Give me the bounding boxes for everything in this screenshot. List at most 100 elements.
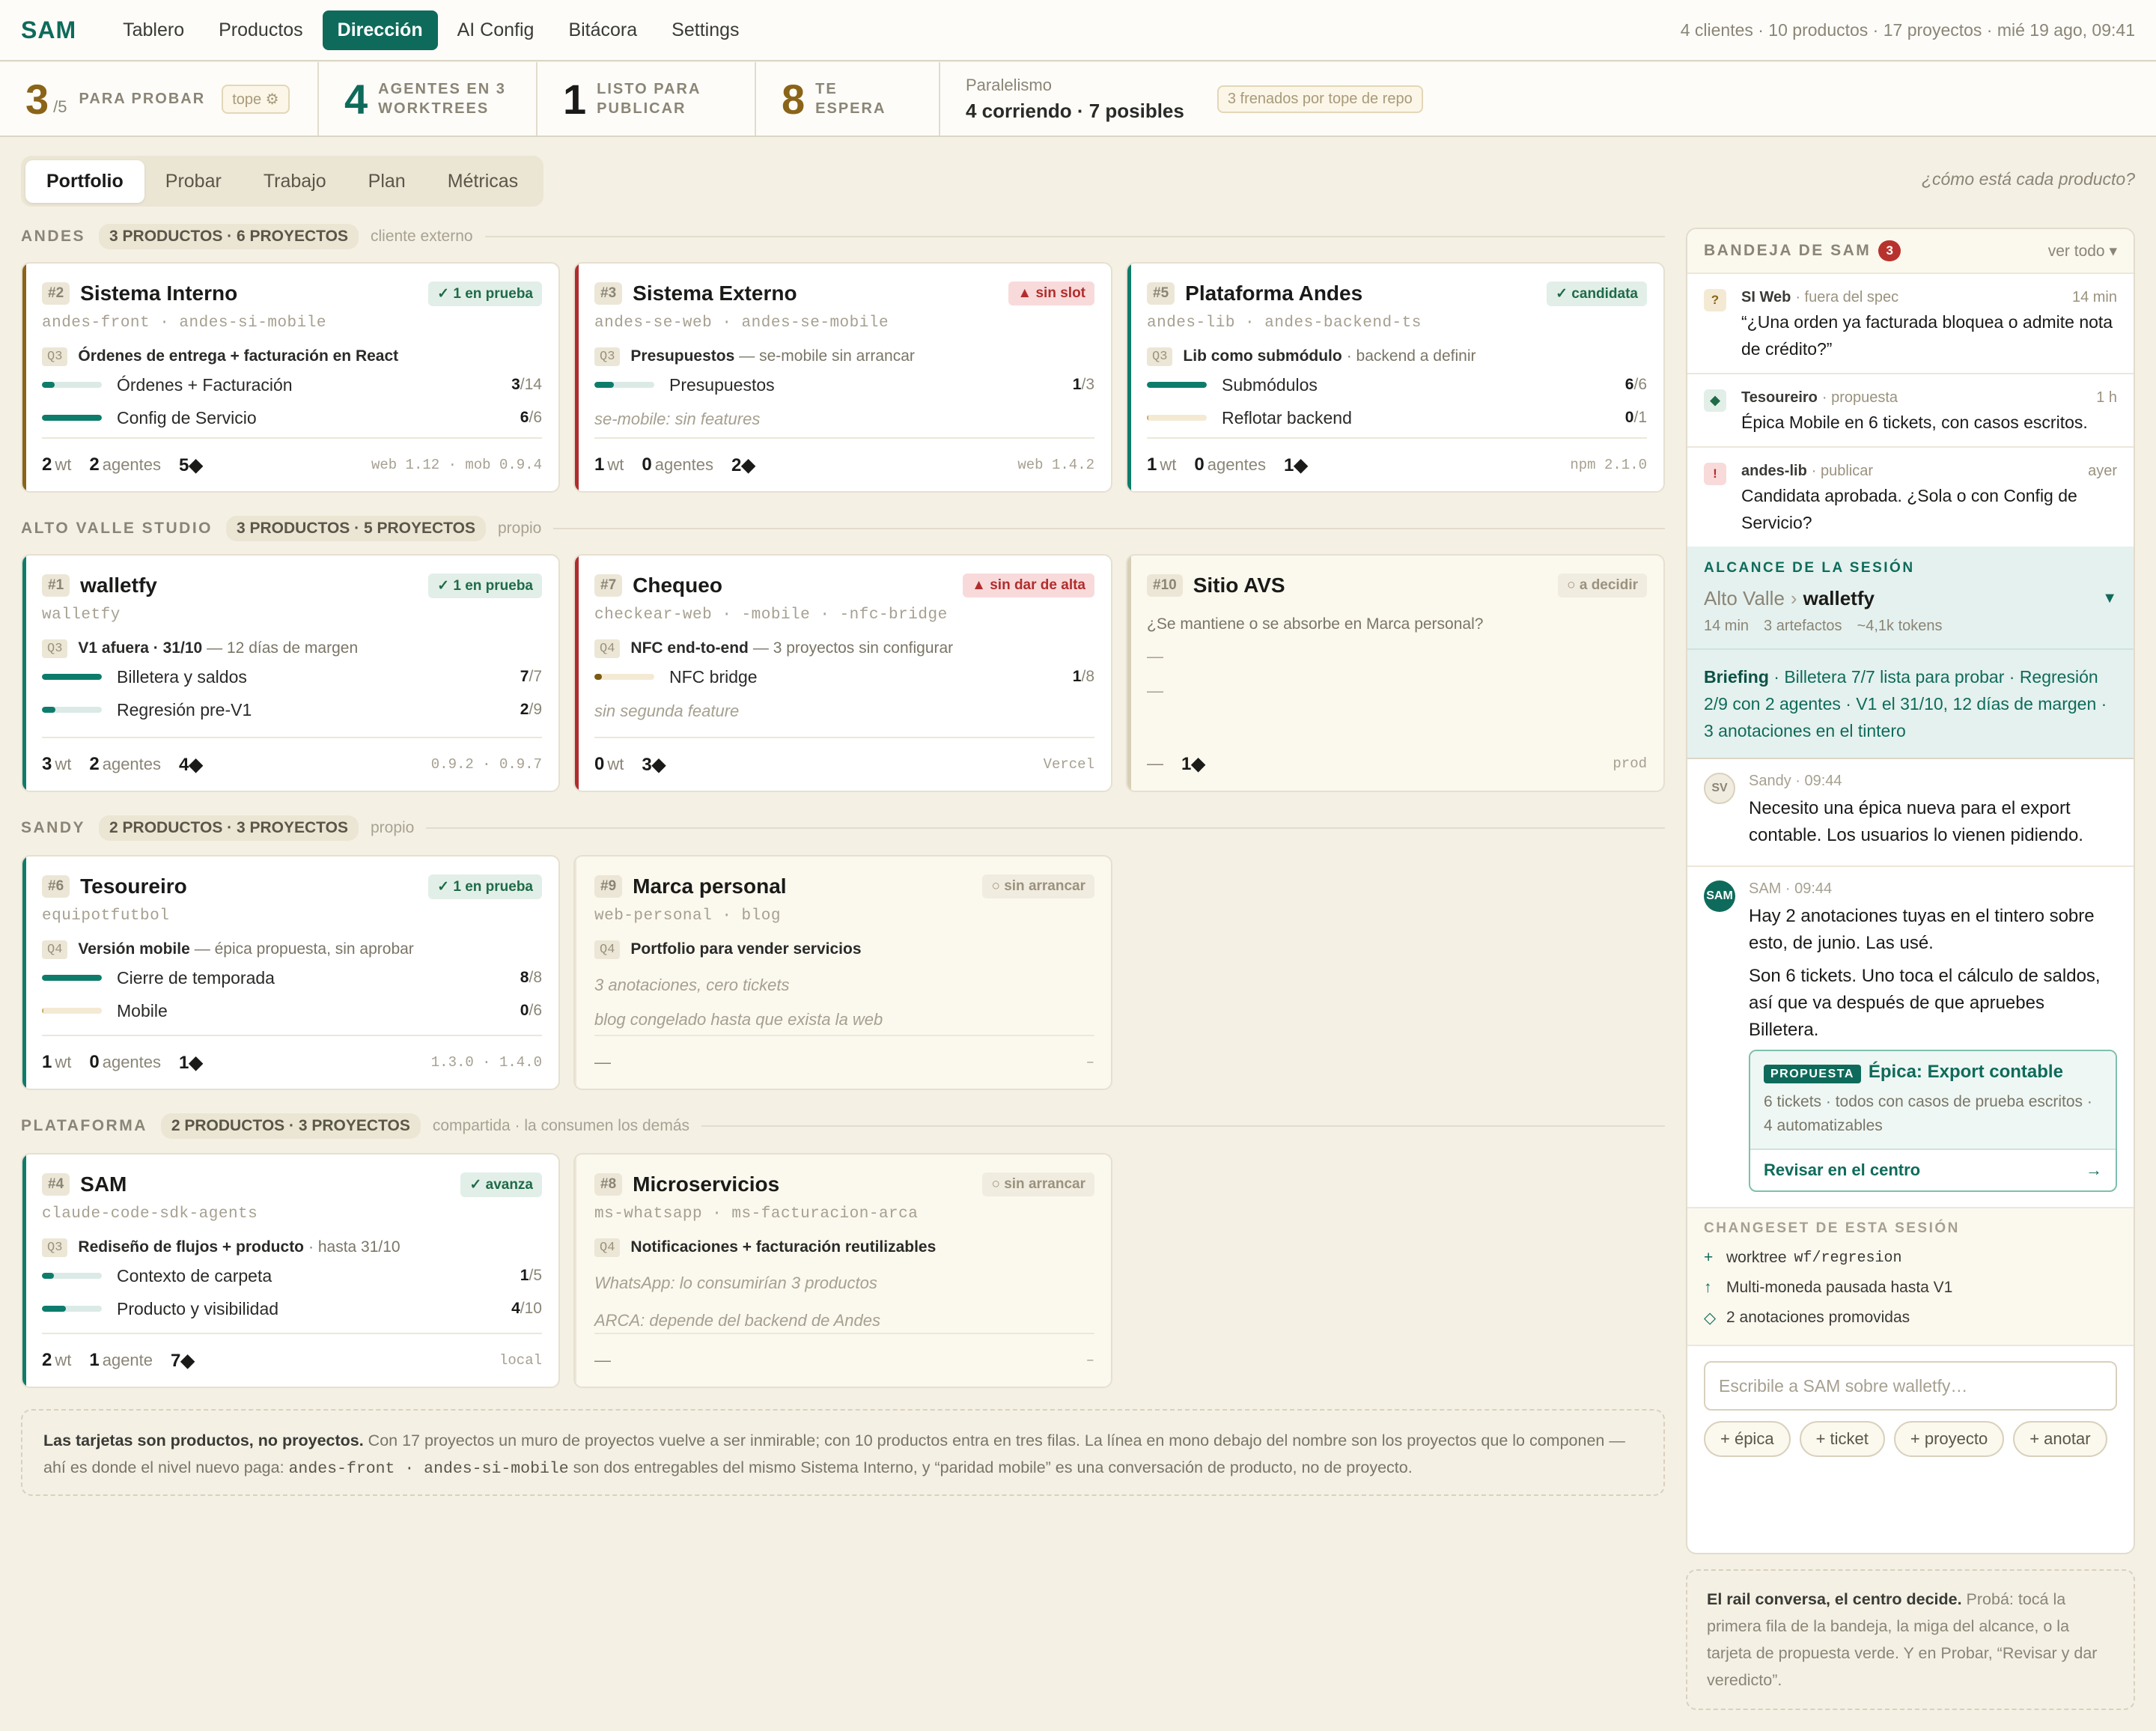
- product-card-plataforma-andes[interactable]: #5 Plataforma Andes ✓ candidata andes-lib …: [1126, 262, 1665, 493]
- session-changeset: CHANGESET DE ESTA SESIÓN + worktree wf/reg…: [1687, 1207, 2134, 1345]
- worktree-count: 3: [42, 754, 52, 774]
- view-all-link[interactable]: ver todo ▾: [2048, 242, 2117, 261]
- nav-direccion[interactable]: Dirección: [322, 10, 438, 50]
- changeset-item[interactable]: ↑ Multi-moneda pausada hasta V1: [1704, 1273, 2117, 1303]
- chevron-down-icon[interactable]: ▼: [2102, 590, 2117, 607]
- tab-portfolio[interactable]: Portfolio: [25, 159, 144, 203]
- progress-row[interactable]: Producto y visibilidad 4/10: [42, 1294, 542, 1324]
- add-proyecto-chip[interactable]: + proyecto: [1893, 1421, 2005, 1457]
- progress-row[interactable]: Reflotar backend 0/1: [1147, 403, 1647, 433]
- stat-te-espera[interactable]: 8 TE ESPERA: [756, 62, 940, 136]
- project-repos: claude-code-sdk-agents: [42, 1205, 258, 1223]
- stat-listo[interactable]: 1 LISTO PARA PUBLICAR: [538, 62, 756, 136]
- inbox-item[interactable]: ◆ Tesoureiro · propuesta 1 h Épica Mobile …: [1687, 374, 2134, 448]
- product-card-chequeo[interactable]: #7 Chequeo ▲ sin dar de alta checkear-web …: [573, 554, 1112, 792]
- project-repos: ms-whatsapp · ms-facturacion-arca: [594, 1205, 919, 1223]
- agent-unit: agentes: [1207, 455, 1267, 474]
- proposal-tag: PROPUESTA: [1764, 1065, 1861, 1083]
- message-text: Son 6 tickets. Uno toca el cálculo de sa…: [1749, 966, 2101, 1040]
- section-note: compartida · la consumen los demás: [432, 1117, 690, 1134]
- product-card-walletfy[interactable]: #1 walletfy ✓ 1 en prueba walletfy Q3 V1 af…: [21, 554, 560, 792]
- changeset-item[interactable]: + worktree wf/regresion: [1704, 1243, 2117, 1273]
- product-title: Microservicios: [633, 1172, 780, 1196]
- worktree-count: 1: [42, 1052, 52, 1072]
- product-card-sistema-externo[interactable]: #3 Sistema Externo ▲ sin slot andes-se-web…: [573, 262, 1112, 493]
- product-number: #4: [42, 1173, 70, 1196]
- changeset-item[interactable]: ◇ 2 anotaciones promovidas: [1704, 1303, 2117, 1333]
- goal-title: Órdenes de entrega + facturación en Reac…: [78, 347, 399, 365]
- progress-count: 0/1: [1624, 409, 1647, 426]
- stat-para-probar[interactable]: 3 /5 PARA PROBAR tope ⚙: [0, 62, 319, 136]
- diamond-icon: ◆: [1704, 389, 1726, 412]
- scope-parent[interactable]: Alto Valle: [1704, 587, 1785, 610]
- empty-note: sin segunda feature: [594, 702, 740, 720]
- progress-row[interactable]: Billetera y saldos 7/7: [42, 662, 542, 692]
- stat-sub: /5: [53, 97, 67, 116]
- nav-ai-config[interactable]: AI Config: [442, 10, 549, 50]
- version-label: 0.9.2 · 0.9.7: [430, 756, 542, 773]
- review-in-center-button[interactable]: Revisar en el centro →: [1750, 1149, 2116, 1190]
- progress-label: Contexto de carpeta: [117, 1265, 272, 1286]
- nav-tablero[interactable]: Tablero: [108, 10, 199, 50]
- product-title: Plataforma Andes: [1185, 282, 1363, 305]
- add-epica-chip[interactable]: + épica: [1704, 1421, 1791, 1457]
- progress-fill: [42, 415, 102, 421]
- inbox-source: Tesoureiro: [1741, 389, 1818, 406]
- tope-pill[interactable]: tope ⚙: [222, 84, 290, 114]
- section-count: 3 PRODUCTOS · 5 PROYECTOS: [226, 516, 486, 541]
- product-card-sistema-interno[interactable]: #2 Sistema Interno ✓ 1 en prueba andes-fro…: [21, 262, 560, 493]
- tab-probar[interactable]: Probar: [144, 160, 243, 203]
- tab-metricas[interactable]: Métricas: [427, 160, 539, 203]
- product-card-microservicios[interactable]: #8 Microservicios ○ sin arrancar ms-whatsa…: [573, 1153, 1112, 1388]
- product-card-sam[interactable]: #4 SAM ✓ avanza claude-code-sdk-agents Q3 R…: [21, 1153, 560, 1388]
- proposal-card[interactable]: PROPUESTA Épica: Export contable 6 ticket…: [1749, 1050, 2117, 1192]
- progress-row[interactable]: Submódulos 6/6: [1147, 370, 1647, 400]
- nav-settings[interactable]: Settings: [657, 10, 754, 50]
- progress-row[interactable]: Órdenes + Facturación 3/14: [42, 370, 542, 400]
- progress-row[interactable]: Mobile 0/6: [42, 996, 542, 1026]
- progress-track: [42, 415, 102, 421]
- progress-track: [42, 1273, 102, 1279]
- worktree-unit: wt: [55, 1351, 72, 1369]
- product-card-tesoureiro[interactable]: #6 Tesoureiro ✓ 1 en prueba equipotfutbol …: [21, 855, 560, 1090]
- product-card-marca-personal[interactable]: #9 Marca personal ○ sin arrancar web-perso…: [573, 855, 1112, 1090]
- add-anotar-chip[interactable]: + anotar: [2013, 1421, 2107, 1457]
- agent-count: 1: [89, 1350, 100, 1370]
- product-number: #7: [594, 574, 623, 597]
- frenados-pill[interactable]: 3 frenados por tope de repo: [1216, 85, 1423, 113]
- quarter-tag: Q3: [1147, 347, 1173, 366]
- goal-line: Q3 Órdenes de entrega + facturación en Re…: [42, 346, 542, 367]
- stat-agentes[interactable]: 4 AGENTES EN 3 WORKTREES: [319, 62, 538, 136]
- progress-label: Cierre de temporada: [117, 967, 275, 988]
- add-ticket-chip[interactable]: + ticket: [1799, 1421, 1885, 1457]
- goal-line: Q4 Portfolio para vender servicios: [594, 939, 1094, 960]
- progress-row[interactable]: Presupuestos 1/3: [594, 370, 1094, 400]
- nav-productos[interactable]: Productos: [204, 10, 318, 50]
- version-label: Vercel: [1043, 756, 1094, 773]
- inbox-item[interactable]: ? SI Web · fuera del spec 14 min “¿Una ord…: [1687, 274, 2134, 374]
- tab-trabajo[interactable]: Trabajo: [243, 160, 347, 203]
- progress-row[interactable]: NFC bridge 1/8: [594, 662, 1094, 692]
- app-logo[interactable]: SAM: [21, 16, 76, 44]
- empty-dash: —: [1147, 681, 1163, 700]
- progress-row[interactable]: Contexto de carpeta 1/5: [42, 1261, 542, 1291]
- progress-label: Billetera y saldos: [117, 666, 247, 687]
- progress-row[interactable]: Regresión pre-V1 2/9: [42, 695, 542, 725]
- tab-plan[interactable]: Plan: [347, 160, 427, 203]
- version-label: local: [499, 1352, 542, 1369]
- scope-breadcrumb[interactable]: Alto Valle › walletfy ▼: [1704, 587, 2117, 610]
- progress-count: 6/6: [1624, 376, 1647, 393]
- status-badge: ▲ sin dar de alta: [963, 574, 1094, 597]
- card-footer: — –: [594, 1035, 1094, 1089]
- message-input[interactable]: [1704, 1361, 2117, 1411]
- stat-number: 3: [25, 75, 49, 123]
- product-card-sitio-avs[interactable]: #10 Sitio AVS ○ a decidir ¿Se mantiene o s…: [1126, 554, 1665, 792]
- progress-row[interactable]: Cierre de temporada 8/8: [42, 963, 542, 993]
- inbox-item[interactable]: ! andes-lib · publicar ayer Candidata apro…: [1687, 448, 2134, 547]
- nav-bitacora[interactable]: Bitácora: [553, 10, 652, 50]
- project-repos: walletfy: [42, 606, 121, 624]
- session-scope[interactable]: ALCANCE DE LA SESIÓN Alto Valle › walletfy…: [1687, 547, 2134, 650]
- changeset-text: 2 anotaciones promovidas: [1726, 1309, 1910, 1326]
- progress-row[interactable]: Config de Servicio 6/6: [42, 403, 542, 433]
- proposal-title: Épica: Export contable: [1868, 1062, 2063, 1082]
